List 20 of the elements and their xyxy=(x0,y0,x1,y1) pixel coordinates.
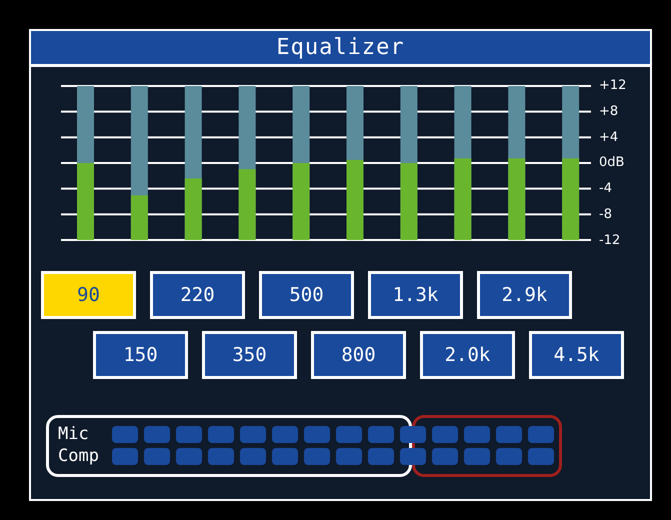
scale-label: -8 xyxy=(599,208,613,222)
window-title: Equalizer xyxy=(31,31,650,67)
frequency-button[interactable]: 2.9k xyxy=(477,271,572,319)
scale-label: -12 xyxy=(599,234,622,247)
frequency-button[interactable]: 90 xyxy=(41,271,136,319)
frequency-button[interactable]: 2.0k xyxy=(420,331,515,379)
frequency-button[interactable]: 350 xyxy=(202,331,297,379)
meter-label: Comp xyxy=(58,448,100,465)
frequency-button[interactable]: 220 xyxy=(150,271,245,319)
frequency-button[interactable]: 1.3k xyxy=(368,271,463,319)
scale-label: +8 xyxy=(599,104,620,118)
frequency-button[interactable]: 500 xyxy=(259,271,354,319)
scale-label: +12 xyxy=(599,79,626,92)
scale-label: 0dB xyxy=(599,156,626,170)
frequency-button[interactable]: 800 xyxy=(311,331,406,379)
frequency-button[interactable]: 150 xyxy=(93,331,188,379)
frequency-button[interactable]: 4.5k xyxy=(529,331,624,379)
meter-label: Mic xyxy=(58,426,90,443)
scale-label: -4 xyxy=(599,182,613,196)
scale-label: +4 xyxy=(599,130,620,144)
